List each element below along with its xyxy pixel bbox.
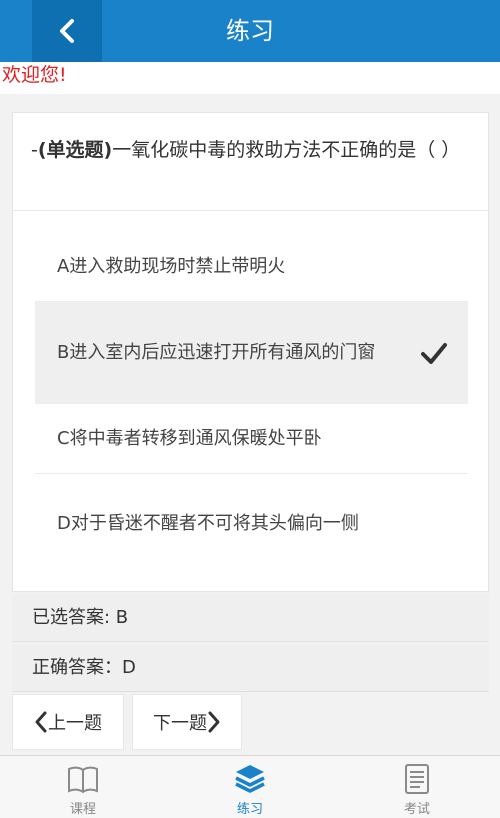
option-b[interactable]: B进入室内后应迅速打开所有通风的门窗 — [35, 302, 468, 404]
next-label: 下一题 — [153, 713, 207, 734]
option-c[interactable]: C将中毒者转移到通风保暖处平卧 — [35, 404, 468, 474]
option-label: D对于昏迷不醒者不可将其头偏向一侧 — [57, 513, 359, 534]
question-prefix: - — [31, 139, 38, 161]
prev-question-button[interactable]: 上一题 — [12, 694, 124, 750]
question-type: (单选题) — [37, 139, 113, 161]
bottom-tab-bar: 课程 练习 考试 — [0, 755, 500, 818]
next-question-button[interactable]: 下一题 — [132, 694, 242, 750]
option-label: C将中毒者转移到通风保暖处平卧 — [57, 427, 322, 449]
option-label: A进入救助现场时禁止带明火 — [57, 255, 286, 277]
prev-label: 上一题 — [48, 713, 102, 734]
question-text: -(单选题)一氧化碳中毒的救助方法不正确的是（ ） — [13, 113, 488, 211]
tab-practice[interactable]: 练习 — [167, 756, 333, 818]
correct-answer: 正确答案：D — [12, 644, 489, 692]
document-icon — [405, 764, 429, 794]
header-bar: 练习 — [0, 0, 500, 62]
tab-label: 考试 — [403, 802, 430, 817]
selected-answer: 已选答案: B — [12, 594, 489, 642]
layers-icon — [235, 765, 265, 793]
tab-label: 练习 — [236, 802, 263, 817]
option-a[interactable]: A进入救助现场时禁止带明火 — [35, 232, 468, 302]
tab-label: 课程 — [69, 802, 96, 817]
tab-exam[interactable]: 考试 — [334, 756, 500, 818]
tab-course[interactable]: 课程 — [0, 756, 166, 818]
welcome-text: 欢迎您! — [0, 62, 500, 94]
option-label: B进入室内后应迅速打开所有通风的门窗 — [57, 341, 376, 363]
chevron-right-icon — [208, 711, 220, 733]
chevron-left-icon — [35, 711, 47, 733]
question-body: 一氧化碳中毒的救助方法不正确的是（ ） — [112, 139, 461, 161]
page-title: 练习 — [226, 17, 274, 45]
option-d[interactable]: D对于昏迷不醒者不可将其头偏向一侧 — [35, 474, 468, 574]
book-icon — [68, 766, 98, 794]
checkmark-icon — [421, 342, 447, 364]
question-card: -(单选题)一氧化碳中毒的救助方法不正确的是（ ） A进入救助现场时禁止带明火 … — [12, 112, 489, 592]
